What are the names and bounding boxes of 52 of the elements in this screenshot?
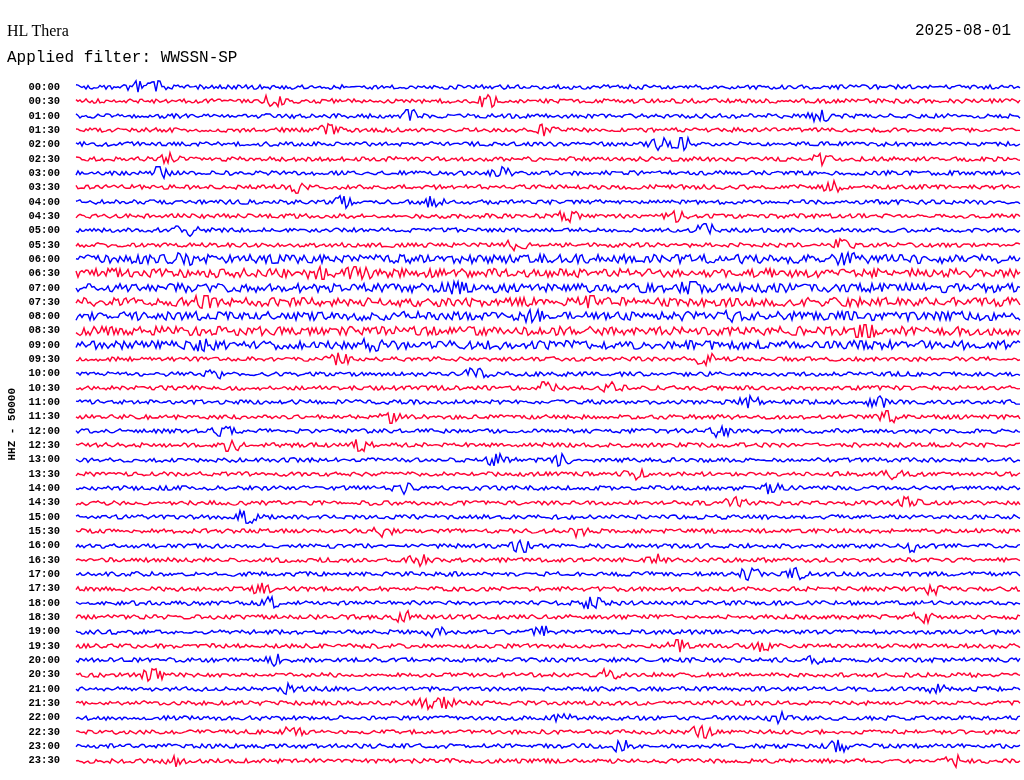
time-label: 22:30	[27, 726, 61, 738]
time-label: 17:30	[27, 583, 61, 594]
time-label: 21:00	[27, 683, 61, 695]
time-label: 21:30	[27, 698, 61, 709]
time-label: 12:30	[27, 440, 61, 451]
time-label: 15:00	[27, 511, 61, 523]
time-label: 05:30	[27, 239, 61, 250]
time-label: 03:30	[27, 182, 61, 193]
time-label: 10:00	[27, 368, 61, 379]
time-label: 12:00	[27, 425, 61, 437]
filter-label: Applied filter: WWSSN-SP	[7, 49, 238, 67]
time-label: 02:30	[27, 153, 61, 165]
station-title: HL Thera	[7, 21, 69, 41]
time-label: 13:30	[27, 468, 61, 480]
time-label: 07:30	[27, 296, 61, 308]
time-label: 19:30	[27, 640, 61, 652]
time-label: 19:00	[27, 626, 61, 637]
time-label: 23:30	[27, 755, 61, 766]
time-label: 06:00	[27, 253, 61, 265]
time-label: 06:30	[27, 268, 61, 279]
time-label: 10:30	[27, 382, 61, 394]
time-label: 01:30	[27, 124, 61, 136]
time-label: 00:30	[27, 96, 61, 107]
time-label: 15:30	[27, 526, 61, 537]
time-label: 17:00	[27, 569, 61, 580]
time-label: 23:00	[27, 741, 61, 752]
time-label: 22:00	[27, 712, 61, 723]
time-label: 04:30	[27, 210, 61, 222]
time-label: 18:30	[27, 612, 61, 623]
time-label: 01:00	[27, 110, 61, 122]
time-label: 16:00	[27, 540, 61, 551]
time-label: 13:00	[27, 454, 61, 465]
time-label: 11:30	[27, 411, 61, 422]
time-label: 02:00	[27, 139, 61, 150]
time-label: 20:00	[27, 655, 61, 666]
time-label: 14:00	[27, 483, 61, 494]
time-label: 14:30	[27, 497, 61, 508]
plot-date: 2025-08-01	[915, 21, 1011, 42]
time-label: 05:00	[27, 225, 61, 236]
time-label: 09:30	[27, 354, 61, 365]
time-label: 16:30	[27, 554, 61, 566]
time-label: 11:00	[27, 397, 61, 408]
time-label: 08:00	[27, 311, 61, 322]
time-label: 00:00	[27, 81, 61, 93]
time-label: 20:30	[27, 669, 61, 680]
time-label: 03:00	[27, 167, 61, 179]
time-label: 18:00	[27, 597, 61, 609]
time-label: 07:00	[27, 282, 61, 293]
channel-label: HHZ - 50000	[4, 387, 19, 461]
time-label: 08:30	[27, 325, 61, 336]
time-label: 04:00	[27, 196, 61, 208]
time-label: 09:00	[27, 339, 61, 351]
